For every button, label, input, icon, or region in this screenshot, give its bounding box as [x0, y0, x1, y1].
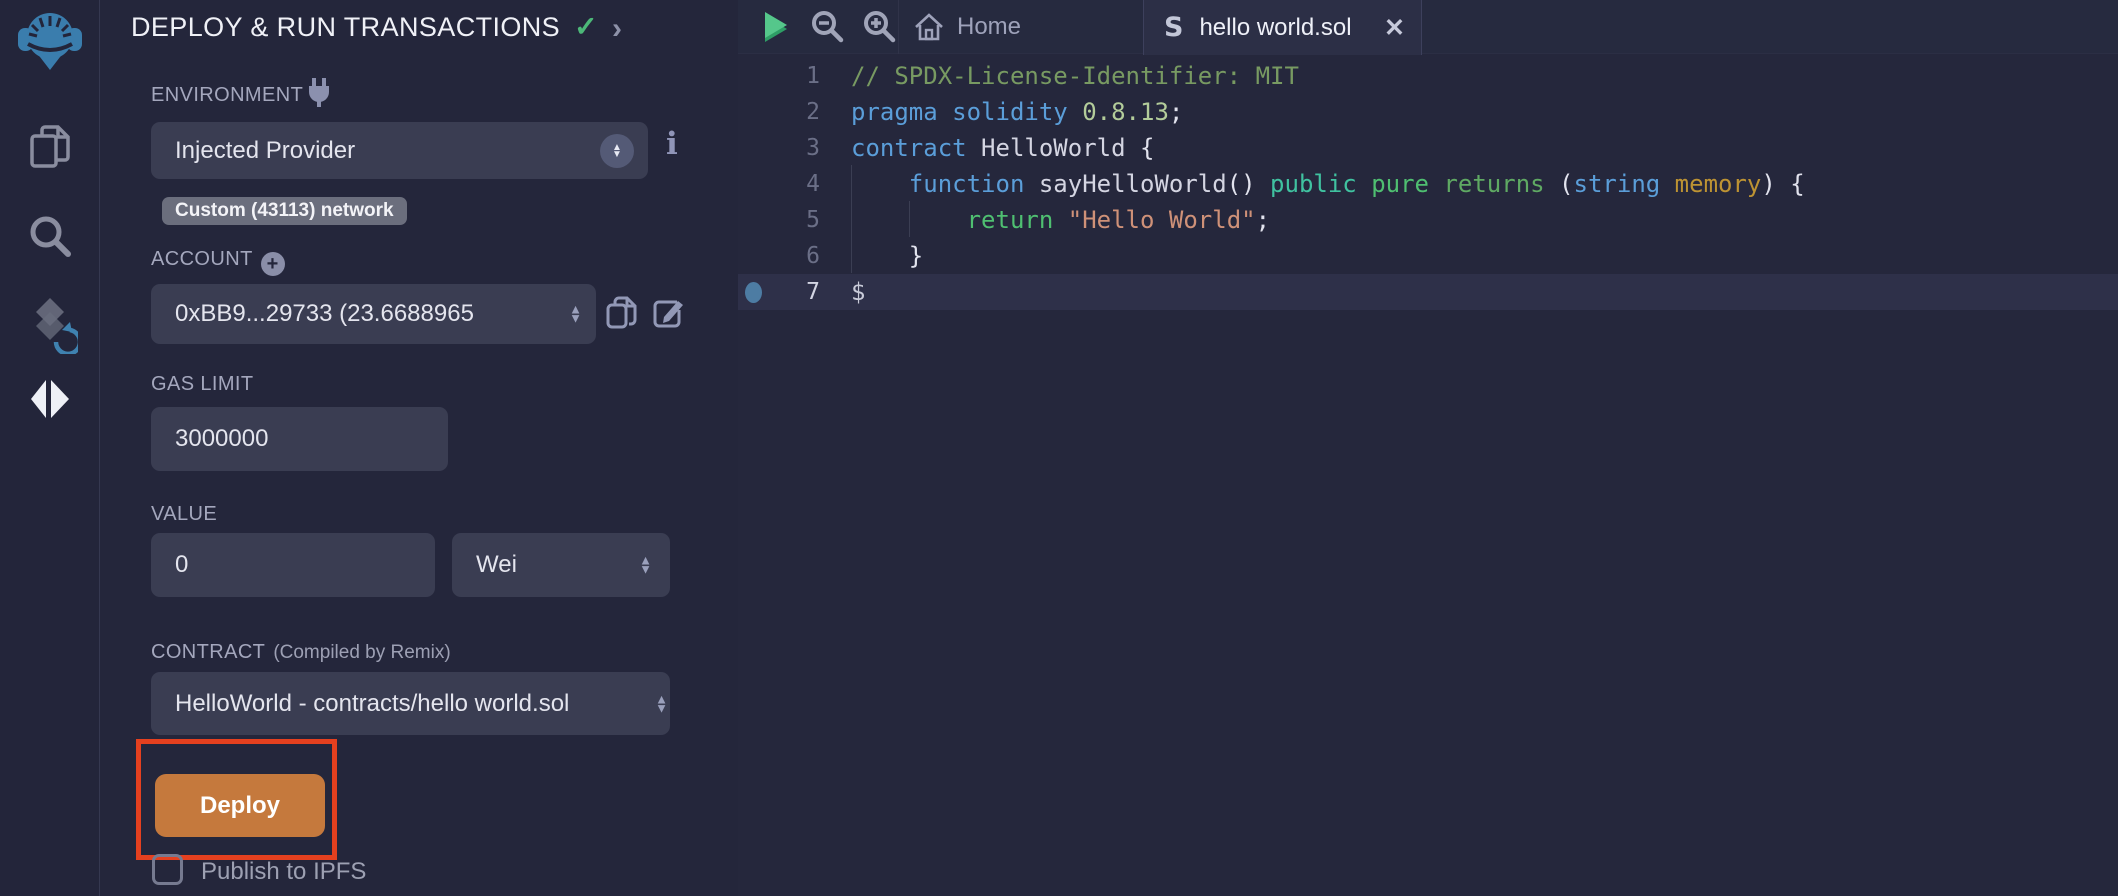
check-icon: ✓: [574, 11, 598, 42]
contract-label: CONTRACT(Compiled by Remix): [151, 641, 451, 664]
line-number: 6: [768, 243, 820, 269]
run-script-icon[interactable]: [762, 11, 790, 43]
contract-select-arrows-icon: ▲▼: [655, 694, 668, 713]
remix-logo[interactable]: [0, 6, 100, 74]
info-icon[interactable]: i: [666, 126, 678, 162]
plug-icon: [305, 77, 333, 107]
zoom-in-icon[interactable]: [862, 9, 898, 45]
publish-ipfs-checkbox[interactable]: [152, 854, 183, 885]
line-number: 7: [768, 279, 820, 305]
tab-hello-world-sol[interactable]: S hello world.sol ✕: [1143, 0, 1422, 55]
code-line[interactable]: 4 function sayHelloWorld() public pure r…: [738, 166, 2118, 202]
network-badge: Custom (43113) network: [162, 197, 407, 225]
search-icon: [27, 213, 73, 259]
code-line[interactable]: 5 return "Hello World";: [738, 202, 2118, 238]
value-amount: 0: [175, 551, 188, 579]
close-tab-icon[interactable]: ✕: [1384, 13, 1405, 43]
code-line[interactable]: 6 }: [738, 238, 2118, 274]
account-value: 0xBB9...29733 (23.6688965: [175, 300, 474, 328]
zoom-out-icon[interactable]: [810, 9, 846, 45]
editor-tabbar: Home S hello world.sol ✕: [738, 0, 2118, 54]
sidebar-item-solidity-compiler[interactable]: [0, 296, 100, 354]
code-text: }: [851, 242, 923, 270]
deploy-and-run-icon: [29, 378, 71, 422]
environment-label: ENVIRONMENT: [151, 84, 303, 107]
indent-guide: [851, 165, 852, 273]
home-icon: [913, 11, 945, 43]
code-area[interactable]: 1 // SPDX-License-Identifier: MIT 2 pragma …: [738, 55, 2118, 310]
gas-limit-input[interactable]: 3000000: [151, 407, 448, 471]
line-number: 5: [768, 207, 820, 233]
environment-select[interactable]: Injected Provider ▲▼: [151, 122, 648, 179]
contract-select[interactable]: HelloWorld - contracts/hello world.sol ▲…: [151, 672, 670, 735]
solidity-file-icon: S: [1164, 12, 1183, 43]
deploy-run-panel: DEPLOY & RUN TRANSACTIONS ✓ › ENVIRONMENT…: [100, 0, 738, 896]
gas-limit-value: 3000000: [175, 425, 268, 453]
account-select-arrows-icon: ▲▼: [569, 305, 582, 324]
tab-home-label: Home: [957, 13, 1021, 41]
solidity-compiler-icon: [22, 296, 78, 354]
breakpoint-dot-icon: [745, 282, 762, 303]
breakpoint-gutter[interactable]: [738, 282, 768, 303]
environment-value: Injected Provider: [175, 137, 355, 165]
line-number: 2: [768, 99, 820, 125]
sidebar-item-file-explorer[interactable]: [0, 122, 100, 172]
value-unit-select[interactable]: Wei ▲▼: [452, 533, 670, 597]
indent-guide: [909, 201, 910, 237]
add-account-icon[interactable]: +: [261, 252, 285, 276]
line-number: 3: [768, 135, 820, 161]
sidebar-item-search[interactable]: [0, 213, 100, 259]
publish-ipfs-label: Publish to IPFS: [201, 858, 366, 886]
account-label: ACCOUNT+: [151, 248, 285, 276]
chevron-right-icon[interactable]: ›: [612, 12, 622, 46]
line-number: 1: [768, 63, 820, 89]
value-unit: Wei: [476, 551, 517, 579]
deploy-button[interactable]: Deploy: [155, 774, 325, 837]
code-line[interactable]: 1 // SPDX-License-Identifier: MIT: [738, 58, 2118, 94]
code-text: contract HelloWorld {: [851, 134, 1154, 162]
code-text: pragma solidity 0.8.13;: [851, 98, 1183, 126]
contract-sublabel: (Compiled by Remix): [273, 642, 450, 663]
gas-limit-label: GAS LIMIT: [151, 373, 254, 396]
edit-account-icon[interactable]: [651, 294, 685, 330]
code-lines: 1 // SPDX-License-Identifier: MIT 2 pragma …: [738, 58, 2118, 310]
code-line[interactable]: 7$: [738, 274, 2118, 310]
code-text: function sayHelloWorld() public pure ret…: [851, 170, 1805, 198]
value-label: VALUE: [151, 503, 217, 526]
copy-account-icon[interactable]: [605, 295, 639, 331]
code-editor: Home S hello world.sol ✕ 1 // SPDX-Licens…: [738, 0, 2118, 896]
contract-value: HelloWorld - contracts/hello world.sol: [175, 690, 569, 718]
icon-sidebar: [0, 0, 100, 896]
panel-title: DEPLOY & RUN TRANSACTIONS ✓: [131, 10, 598, 43]
account-select[interactable]: 0xBB9...29733 (23.6688965 ▲▼: [151, 284, 596, 344]
remix-logo-icon: [17, 6, 83, 74]
line-number: 4: [768, 171, 820, 197]
sidebar-item-deploy-and-run[interactable]: [0, 378, 100, 422]
code-line[interactable]: 3 contract HelloWorld {: [738, 130, 2118, 166]
code-text: $: [851, 278, 865, 306]
panel-title-text: DEPLOY & RUN TRANSACTIONS: [131, 12, 560, 42]
tab-home[interactable]: Home: [898, 0, 1035, 54]
file-explorer-icon: [26, 122, 74, 172]
code-line[interactable]: 2 pragma solidity 0.8.13;: [738, 94, 2118, 130]
tab-hello-world-label: hello world.sol: [1199, 14, 1384, 42]
code-text: return "Hello World";: [851, 206, 1270, 234]
value-unit-arrows-icon: ▲▼: [639, 556, 652, 575]
code-text: // SPDX-License-Identifier: MIT: [851, 62, 1299, 90]
environment-select-arrows-icon: ▲▼: [600, 134, 634, 168]
value-input[interactable]: 0: [151, 533, 435, 597]
